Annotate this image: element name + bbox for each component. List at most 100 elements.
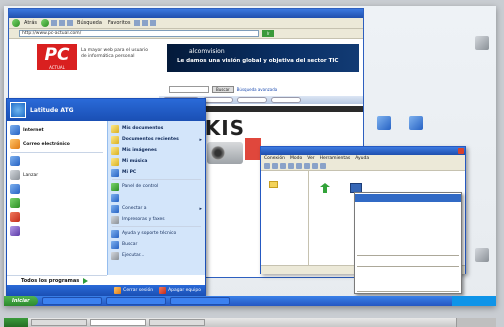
context-menu-item[interactable] [355,209,461,217]
place-help[interactable]: Ayuda y soporte técnico [108,228,205,239]
place-recent-documents[interactable]: Documentos recientes ▸ [108,134,205,145]
home-icon[interactable] [67,20,74,26]
desktop-icon[interactable] [404,116,428,131]
history-icon[interactable] [134,20,141,26]
desktop-icon[interactable] [470,248,494,263]
app-icon [10,226,20,236]
up-arrow-icon[interactable] [320,183,330,193]
context-menu-item[interactable] [355,217,461,225]
context-menu-item[interactable] [355,194,461,202]
camera-image[interactable] [207,142,243,164]
start-button[interactable]: Iniciar [4,296,38,306]
browser-titlebar[interactable] [9,9,363,18]
stop-icon[interactable] [51,20,58,26]
tree-node[interactable] [269,181,280,188]
site-search-button[interactable]: Buscar [212,86,234,93]
place-printers[interactable]: Impresoras y faxes [108,214,205,225]
host-taskbar-button-active[interactable] [90,319,146,326]
place-connect-to[interactable]: Conectar a ▸ [108,203,205,214]
toolbar-icon[interactable] [288,163,294,169]
forward-icon[interactable] [41,19,50,27]
place-program-access[interactable] [108,192,205,203]
toolbar-icon[interactable] [272,163,278,169]
context-menu-item[interactable] [355,239,461,247]
program-email[interactable]: Correo electrónico [7,137,107,151]
program-internet[interactable]: Internet [7,123,107,137]
place-control-panel[interactable]: Panel de control [108,181,205,192]
toolbar-icon[interactable] [296,163,302,169]
desktop: Atrás Búsqueda Favoritos http://www.pc-a… [4,6,496,306]
toolbar-icon[interactable] [312,163,318,169]
key-icon [114,287,122,294]
menu-item[interactable]: Herramientas [320,155,351,162]
context-menu-item[interactable] [355,232,461,240]
back-icon[interactable] [12,19,20,27]
search-icon [111,240,119,249]
taskbar-button[interactable] [106,297,166,305]
program-recent[interactable] [7,196,107,210]
refresh-icon[interactable] [59,20,66,26]
program-recent[interactable] [7,210,107,224]
place-my-music[interactable]: Mi música [108,156,205,167]
context-menu-item[interactable] [355,257,461,265]
taskbar-button[interactable] [170,297,230,305]
menu-separator [112,226,201,227]
site-nav-tab[interactable] [271,97,301,103]
context-menu-item[interactable] [355,224,461,232]
site-nav-tab[interactable] [237,97,267,103]
context-menu-item[interactable] [355,275,461,283]
logoff-button[interactable]: Cerrar sesión [114,287,153,294]
folder-icon [269,181,278,188]
desktop-icon[interactable] [372,116,396,131]
context-menu-item[interactable] [355,247,461,255]
ad-banner[interactable]: alcomvision Le damos una visión global y… [167,44,359,72]
menu-item[interactable]: Conexión [264,155,285,162]
site-search-input[interactable] [169,86,209,93]
site-logo[interactable]: PC ACTUAL [37,44,77,70]
place-my-computer[interactable]: Mi PC [108,167,205,178]
program-recent[interactable] [7,154,107,168]
context-menu-item[interactable] [355,268,461,276]
back-button[interactable]: Atrás [22,19,39,27]
menu-item[interactable]: Ayuda [355,155,369,162]
place-my-pictures[interactable]: Mis imágenes [108,145,205,156]
program-recent[interactable] [7,224,107,238]
host-taskbar-button[interactable] [149,319,205,326]
menu-separator [11,152,103,153]
address-input[interactable]: http://www.pc-actual.com/ [19,30,259,37]
toolbar-icon[interactable] [264,163,270,169]
host-taskbar-button[interactable] [31,319,87,326]
favorites-button[interactable]: Favoritos [106,19,133,27]
site-nav-tab[interactable] [203,97,233,103]
place-my-documents[interactable]: Mis documentos [108,123,205,134]
mail-icon[interactable] [142,20,149,26]
user-avatar[interactable] [10,102,26,118]
context-menu-item[interactable] [355,283,461,291]
search-button[interactable]: Búsqueda [75,19,104,27]
toolbar-icon[interactable] [304,163,310,169]
program-recent[interactable]: Lanzar [7,168,107,182]
menu-item[interactable]: Ver [307,155,314,162]
toolbar-icon[interactable] [280,163,286,169]
toolbar-icon[interactable] [320,163,326,169]
all-programs-button[interactable]: Todos los programas [7,275,107,285]
explorer-titlebar[interactable] [261,147,465,155]
go-button[interactable]: Ir [262,30,274,37]
program-title: Correo electrónico [23,141,70,147]
print-icon[interactable] [150,20,157,26]
host-start-button[interactable] [4,318,28,327]
place-search[interactable]: Buscar [108,239,205,250]
shutdown-button[interactable]: Apagar equipo [159,287,201,294]
menu-item[interactable]: Modo [290,155,302,162]
place-label: Mi PC [122,170,137,175]
computer-icon [377,116,391,130]
promo-tab[interactable] [245,138,261,160]
desktop-icon[interactable] [470,36,494,51]
advanced-search-link[interactable]: Búsqueda avanzada [237,87,278,92]
context-menu-item[interactable] [355,202,461,210]
start-menu-footer: Cerrar sesión Apagar equipo [7,285,205,296]
program-recent[interactable] [7,182,107,196]
close-icon[interactable] [458,148,464,154]
place-run[interactable]: Ejecutar... [108,250,205,261]
taskbar-button[interactable] [42,297,102,305]
